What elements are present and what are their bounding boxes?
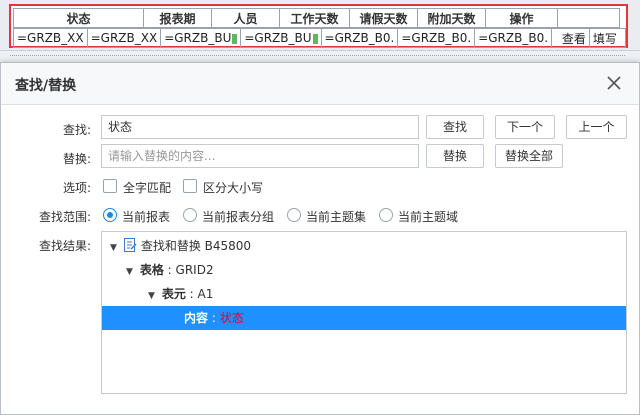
grid-cell-text: =GRZB_BU <box>164 31 232 45</box>
grid-header-cell[interactable] <box>557 8 620 28</box>
tree-node-separator: : <box>189 287 198 301</box>
report-grid-frame: 状态 报表期 人员 工作天数 请假天数 附加天数 操作 =GRZB_XX =GR… <box>9 4 628 48</box>
grid-header-row: 状态 报表期 人员 工作天数 请假天数 附加天数 操作 <box>13 8 620 28</box>
replace-all-button[interactable]: 替换全部 <box>495 144 563 168</box>
expand-caret-icon[interactable]: ▼ <box>126 260 136 284</box>
scope-radio-theme-set[interactable] <box>287 208 301 222</box>
grid-cell[interactable]: 查看 <box>551 28 590 48</box>
scope-option-label[interactable]: 当前报表分组 <box>202 208 274 225</box>
cell-marker-icon <box>232 33 238 44</box>
grid-row: =GRZB_XX =GRZB_XX =GRZB_BU =GRZB_BU =GRZ… <box>13 28 627 48</box>
close-button[interactable] <box>603 72 625 94</box>
find-button[interactable]: 查找 <box>426 115 484 139</box>
tree-node-label: 查找和替换 B45800 <box>140 239 252 253</box>
scope-option-label[interactable]: 当前主题集 <box>306 208 366 225</box>
grid-cell[interactable]: =GRZB_B0. <box>474 28 553 48</box>
tree-node-value: GRID2 <box>175 263 214 277</box>
cell-marker-icon <box>312 33 318 44</box>
results-tree: ▼ 查找和替换 B45800 ▼ 表格 : GRID2 ▼ 表元 : A1 内容… <box>101 231 627 394</box>
tree-node-grid[interactable]: ▼ 表格 : GRID2 <box>102 258 626 282</box>
grid-cell[interactable]: =GRZB_BU <box>240 28 322 48</box>
next-button[interactable]: 下一个 <box>495 115 555 139</box>
scope-option-label[interactable]: 当前主题域 <box>398 208 458 225</box>
grid-header-cell[interactable]: 操作 <box>485 8 558 28</box>
grid-cell[interactable]: =GRZB_XX <box>86 28 162 48</box>
replace-input[interactable]: 请输入替换的内容... <box>101 144 419 168</box>
grid-cell[interactable]: =GRZB_B0. <box>320 28 399 48</box>
tree-node-value: A1 <box>197 287 214 301</box>
tree-node-key: 表格 <box>139 263 164 277</box>
report-grid-data: =GRZB_XX =GRZB_XX =GRZB_BU =GRZB_BU =GRZ… <box>13 28 627 48</box>
scope-radio-theme-domain[interactable] <box>379 208 393 222</box>
match-case-label[interactable]: 区分大小写 <box>203 179 263 196</box>
find-replace-dialog: 查找/替换 查找: 状态 查找 下一个 上一个 替换: 请输入替换的内容... … <box>0 62 640 415</box>
grid-cell[interactable]: =GRZB_B0. <box>397 28 476 48</box>
report-document-icon <box>123 238 137 252</box>
divider <box>10 55 625 57</box>
tree-node-cell[interactable]: ▼ 表元 : A1 <box>102 282 626 306</box>
tree-node-match: 状态 <box>219 311 244 325</box>
scope-option-label[interactable]: 当前报表 <box>122 208 170 225</box>
grid-header-cell[interactable]: 工作天数 <box>279 8 350 28</box>
close-icon <box>607 76 621 90</box>
results-label: 查找结果: <box>38 239 91 253</box>
grid-cell[interactable]: 填写 <box>588 28 627 48</box>
grid-cell[interactable]: =GRZB_BU <box>160 28 242 48</box>
find-label: 查找: <box>62 123 91 137</box>
scope-radio-report-group[interactable] <box>183 208 197 222</box>
expand-caret-icon[interactable]: ▼ <box>148 284 158 308</box>
report-grid: 状态 报表期 人员 工作天数 请假天数 附加天数 操作 <box>13 8 620 28</box>
dialog-title: 查找/替换 <box>15 78 77 94</box>
spreadsheet-background: 状态 报表期 人员 工作天数 请假天数 附加天数 操作 =GRZB_XX =GR… <box>0 0 640 62</box>
tree-node-root[interactable]: ▼ 查找和替换 B45800 <box>102 234 626 258</box>
find-input[interactable]: 状态 <box>101 115 419 139</box>
tree-node-content[interactable]: 内容 : 状态 <box>102 306 626 330</box>
tree-node-separator: : <box>167 263 176 277</box>
match-case-checkbox[interactable] <box>183 179 197 193</box>
grid-header-cell[interactable]: 请假天数 <box>349 8 418 28</box>
grid-header-cell[interactable]: 人员 <box>211 8 280 28</box>
options-label: 选项: <box>62 181 91 195</box>
tree-node-key: 表元 <box>161 287 186 301</box>
grid-header-cell[interactable]: 报表期 <box>143 8 212 28</box>
tree-node-key: 内容 <box>184 311 209 325</box>
grid-header-cell[interactable]: 状态 <box>13 8 144 28</box>
whole-word-checkbox[interactable] <box>103 179 117 193</box>
replace-label: 替换: <box>62 152 91 166</box>
previous-button[interactable]: 上一个 <box>566 115 627 139</box>
whole-word-label[interactable]: 全字匹配 <box>123 179 171 196</box>
tree-node-separator: : <box>211 311 220 325</box>
scope-radio-current-report[interactable] <box>103 208 117 222</box>
expand-caret-icon[interactable]: ▼ <box>110 236 120 260</box>
replace-button[interactable]: 替换 <box>426 144 484 168</box>
grid-header-cell[interactable]: 附加天数 <box>417 8 486 28</box>
grid-cell[interactable]: =GRZB_XX <box>13 28 88 48</box>
grid-cell-text: =GRZB_BU <box>244 31 312 45</box>
scope-label: 查找范围: <box>38 210 91 224</box>
dialog-header: 查找/替换 <box>1 63 639 105</box>
